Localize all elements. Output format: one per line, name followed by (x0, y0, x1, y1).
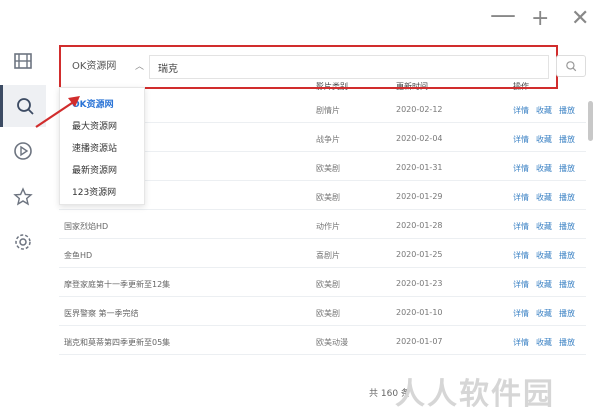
favorite-link[interactable]: 收藏 (536, 221, 552, 232)
table-row[interactable]: 金鱼HD 喜剧片 2020-01-25 详情 收藏 播放 (59, 240, 586, 268)
row-title: 医界警察 第一季完结 (64, 309, 139, 318)
row-date: 2020-01-07 (396, 337, 443, 346)
row-type: 喜剧片 (316, 251, 340, 260)
row-type: 欧美剧 (316, 164, 340, 173)
favorite-link[interactable]: 收藏 (536, 192, 552, 203)
favorite-link[interactable]: 收藏 (536, 105, 552, 116)
row-date: 2020-01-10 (396, 308, 443, 317)
detail-link[interactable]: 详情 (513, 279, 529, 290)
table-row[interactable]: 国家烈焰HD 动作片 2020-01-28 详情 收藏 播放 (59, 211, 586, 239)
dropdown-option[interactable]: 速播资源站 (72, 141, 117, 154)
dropdown-option[interactable]: 最新资源网 (72, 163, 117, 176)
sidebar-item-favorites[interactable] (0, 176, 46, 218)
row-date: 2020-01-23 (396, 279, 443, 288)
detail-link[interactable]: 详情 (513, 337, 529, 348)
watermark: 人人软件园 (395, 377, 555, 412)
background-toolbar (0, 0, 330, 28)
star-icon (13, 187, 33, 206)
play-link[interactable]: 播放 (559, 134, 575, 145)
app-window: — + ✕ 影片类别 更新时间 操作 剧情片 2020-02-12 详情 收藏 播放 战争… (0, 0, 600, 417)
row-date: 2020-01-29 (396, 192, 443, 201)
row-type: 欧美剧 (316, 280, 340, 289)
row-title: 金鱼HD (64, 251, 93, 260)
table-row[interactable]: 瑞克和莫蒂第四季更新至05集 欧美动漫 2020-01-07 详情 收藏 播放 (59, 327, 586, 355)
source-select-value: OK资源网 (72, 61, 117, 72)
scrollbar-thumb[interactable] (588, 101, 593, 141)
source-select[interactable]: OK资源网 ︿ (68, 56, 146, 78)
play-link[interactable]: 播放 (559, 192, 575, 203)
play-link[interactable]: 播放 (559, 279, 575, 290)
table-row[interactable]: 摩登家庭第十一季更新至12集 欧美剧 2020-01-23 详情 收藏 播放 (59, 269, 586, 297)
favorite-link[interactable]: 收藏 (536, 163, 552, 174)
row-type: 动作片 (316, 222, 340, 231)
table-row[interactable]: 医界警察 第一季完结 欧美剧 2020-01-10 详情 收藏 播放 (59, 298, 586, 326)
favorite-link[interactable]: 收藏 (536, 279, 552, 290)
row-date: 2020-01-31 (396, 163, 443, 172)
play-link[interactable]: 播放 (559, 105, 575, 116)
row-type: 欧美剧 (316, 193, 340, 202)
row-title: 国家烈焰HD (64, 222, 109, 231)
row-type: 剧情片 (316, 106, 340, 115)
row-title: 瑞克和莫蒂第四季更新至05集 (64, 338, 171, 347)
gear-icon (15, 234, 31, 250)
detail-link[interactable]: 详情 (513, 105, 529, 116)
row-date: 2020-02-04 (396, 134, 443, 143)
row-date: 2020-01-28 (396, 221, 443, 230)
play-icon (14, 142, 32, 160)
film-icon (14, 53, 32, 69)
search-input[interactable] (149, 55, 549, 79)
sidebar-item-library[interactable] (0, 40, 46, 82)
play-link[interactable]: 播放 (559, 221, 575, 232)
annotation-arrow (35, 96, 80, 128)
chevron-up-icon: ︿ (134, 62, 144, 72)
row-type: 欧美动漫 (316, 338, 348, 347)
favorite-link[interactable]: 收藏 (536, 134, 552, 145)
play-link[interactable]: 播放 (559, 250, 575, 261)
play-link[interactable]: 播放 (559, 308, 575, 319)
row-date: 2020-02-12 (396, 105, 443, 114)
detail-link[interactable]: 详情 (513, 221, 529, 232)
row-title: 摩登家庭第十一季更新至12集 (64, 280, 171, 289)
row-type: 战争片 (316, 135, 340, 144)
search-button[interactable] (556, 55, 586, 77)
sidebar-item-play[interactable] (0, 130, 46, 172)
search-bar: OK资源网 ︿ (59, 45, 558, 89)
close-button[interactable]: ✕ (571, 8, 589, 30)
row-type: 欧美剧 (316, 309, 340, 318)
search-icon (566, 61, 577, 72)
favorite-link[interactable]: 收藏 (536, 337, 552, 348)
row-date: 2020-01-25 (396, 250, 443, 259)
detail-link[interactable]: 详情 (513, 192, 529, 203)
minimize-button[interactable]: — (490, 2, 516, 28)
sidebar-item-settings[interactable] (0, 221, 46, 263)
detail-link[interactable]: 详情 (513, 163, 529, 174)
play-link[interactable]: 播放 (559, 337, 575, 348)
detail-link[interactable]: 详情 (513, 250, 529, 261)
favorite-link[interactable]: 收藏 (536, 308, 552, 319)
maximize-button[interactable]: + (531, 8, 549, 30)
dropdown-option[interactable]: 123资源网 (72, 185, 116, 198)
play-link[interactable]: 播放 (559, 163, 575, 174)
favorite-link[interactable]: 收藏 (536, 250, 552, 261)
detail-link[interactable]: 详情 (513, 308, 529, 319)
detail-link[interactable]: 详情 (513, 134, 529, 145)
